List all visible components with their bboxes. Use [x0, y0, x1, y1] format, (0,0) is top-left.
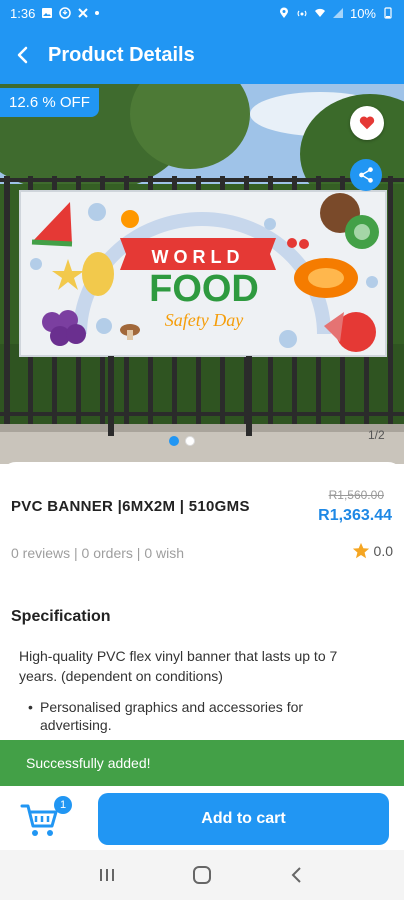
- recent-apps-icon: [100, 869, 115, 881]
- location-icon: [279, 7, 288, 18]
- banner-text-world: WORLD: [152, 247, 245, 267]
- heart-icon: [359, 116, 375, 130]
- wifi-icon: [314, 8, 325, 17]
- tools-icon: [78, 8, 89, 18]
- status-time: 1:36: [10, 5, 36, 21]
- status-bar: 1:36 10%: [0, 0, 404, 26]
- chevron-left-icon: [291, 867, 301, 883]
- specification-title: Specification: [11, 608, 111, 625]
- add-to-cart-button[interactable]: Add to cart: [98, 793, 389, 845]
- product-image-carousel[interactable]: WORLD FOOD Safety Day: [0, 84, 404, 464]
- notification-dot-icon: [95, 11, 100, 15]
- specification-description: High-quality PVC flex vinyl banner that …: [19, 648, 338, 684]
- cart-count-badge: 1: [54, 796, 72, 814]
- carousel-dot-1[interactable]: [169, 436, 179, 446]
- list-item: Personalised graphics and accessories fo…: [28, 698, 378, 734]
- discount-badge: 12.6 % OFF: [0, 88, 99, 117]
- banner-text-safety-day: Safety Day: [165, 310, 243, 330]
- image-counter: 1/2: [368, 428, 385, 442]
- bottom-action-bar: 1 Add to cart: [0, 786, 404, 850]
- rating-value: 0.0: [373, 543, 393, 559]
- product-name: PVC BANNER |6MX2M | 510GMS: [11, 498, 250, 515]
- success-toast: Successfully added!: [0, 740, 404, 786]
- page-title: Product Details: [48, 43, 195, 66]
- app-bar: Product Details: [0, 26, 404, 84]
- carousel-indicator: [169, 436, 195, 446]
- hotspot-icon: [297, 10, 307, 17]
- home-button[interactable]: [182, 860, 222, 890]
- share-button[interactable]: [350, 159, 382, 191]
- battery-icon: [384, 7, 392, 19]
- back-nav-button[interactable]: [277, 860, 317, 890]
- product-image: WORLD FOOD Safety Day: [0, 84, 404, 464]
- signal-icon: [332, 8, 343, 18]
- gallery-icon: [42, 8, 53, 18]
- original-price: R1,560.00: [328, 488, 384, 502]
- favorite-button[interactable]: [350, 106, 384, 140]
- back-button[interactable]: [0, 26, 46, 84]
- sale-price: R1,363.44: [318, 507, 392, 524]
- share-icon: [359, 167, 373, 183]
- arrow-back-icon: [17, 46, 28, 64]
- star-icon: [352, 542, 369, 559]
- system-nav-bar: [0, 850, 404, 900]
- banner-text-food: FOOD: [149, 268, 259, 310]
- rating: 0.0: [352, 542, 393, 560]
- recent-apps-button[interactable]: [87, 860, 127, 890]
- product-stats: 0 reviews | 0 orders | 0 wish: [11, 545, 185, 561]
- home-icon: [192, 866, 211, 884]
- battery-percent: 10%: [349, 5, 376, 21]
- cloud-icon: [59, 7, 72, 19]
- carousel-dot-2[interactable]: [185, 436, 195, 446]
